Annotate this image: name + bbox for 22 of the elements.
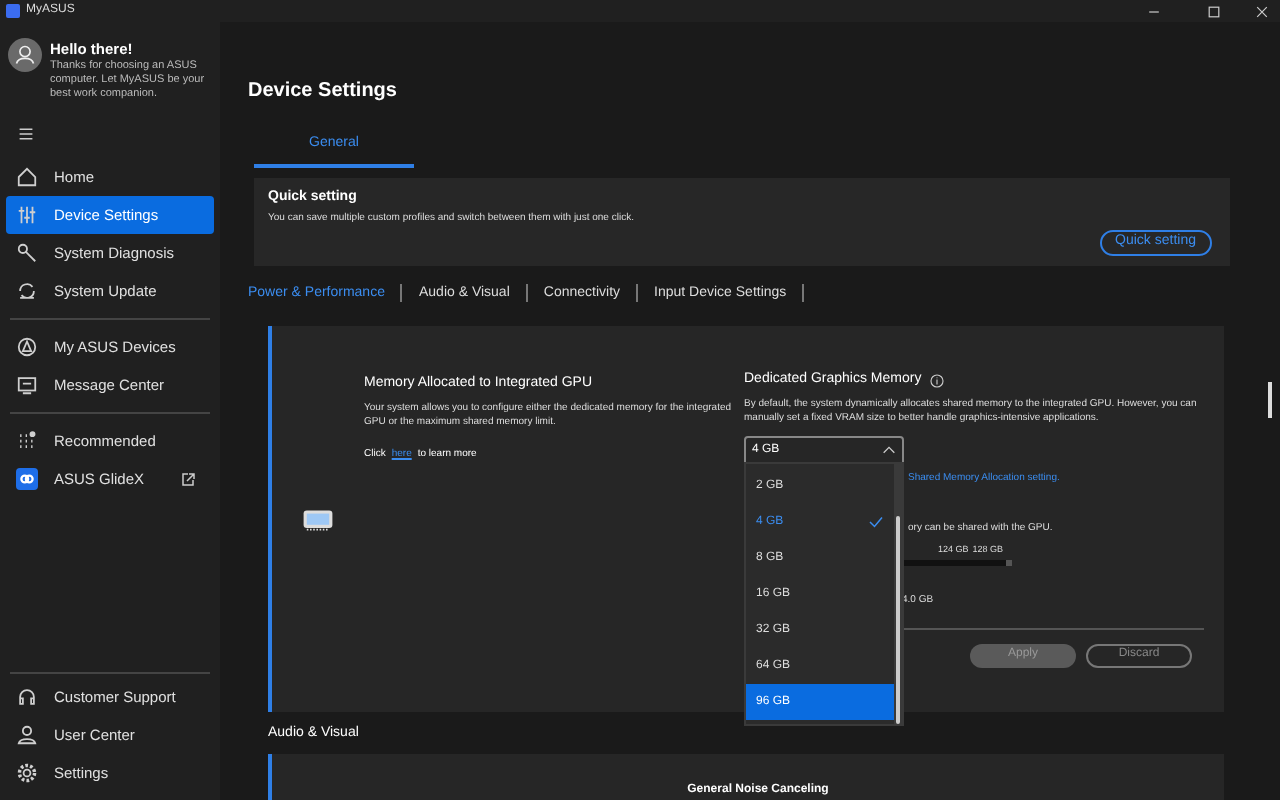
home-icon [16,166,38,189]
app-logo-icon [16,468,38,491]
gpu-icon [302,507,334,531]
user-icon [16,724,38,746]
gear-icon [16,762,38,784]
maximize-icon[interactable] [1208,5,1220,17]
close-icon[interactable] [1256,5,1268,17]
menu-icon[interactable] [18,126,34,143]
check-icon [868,516,884,528]
info-icon[interactable] [929,373,944,388]
sliders-icon [16,204,38,227]
app-logo-icon [6,4,20,18]
message-icon [16,374,38,397]
avatar-icon [8,38,42,72]
caret-icon [882,446,896,454]
minimize-icon[interactable] [1148,5,1160,17]
page-title: Device Settings [248,78,399,106]
scrollbar[interactable] [894,464,902,724]
devices-icon [16,336,38,359]
update-icon [16,280,38,303]
headset-icon [16,686,38,708]
grid-icon [16,430,38,453]
